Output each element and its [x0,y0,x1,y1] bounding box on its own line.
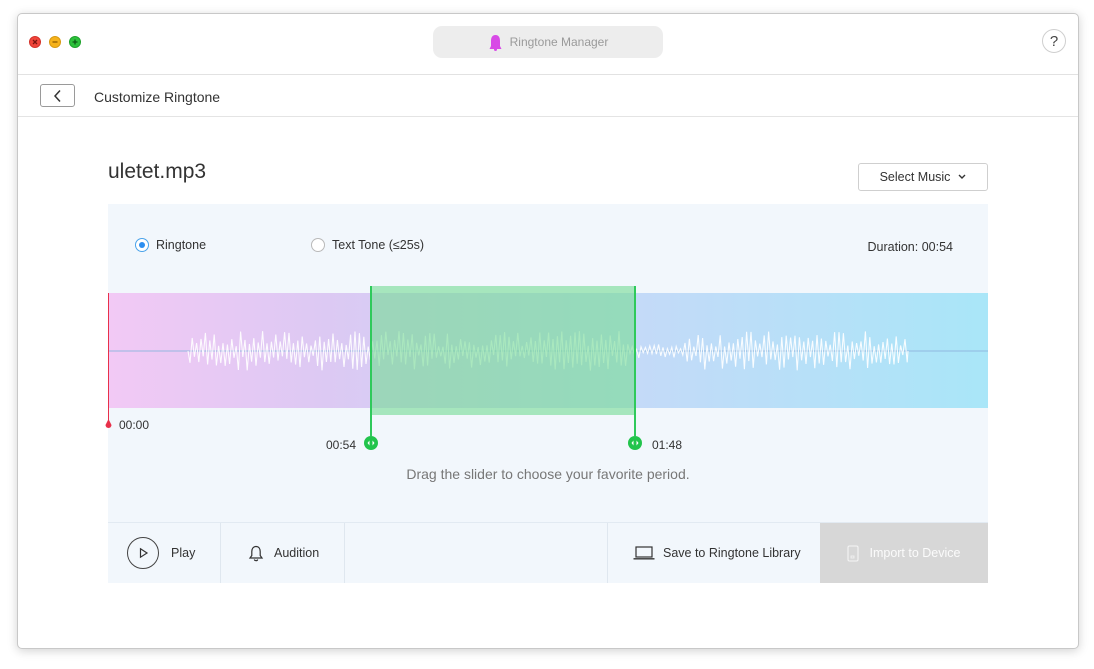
drag-arrows-icon [631,440,639,446]
chevron-down-icon [958,174,966,179]
app-title: Ringtone Manager [509,35,609,49]
title-bar: Ringtone Manager ? [18,14,1078,75]
import-to-device-button[interactable]: Import to Device [820,523,988,583]
save-label: Save to Ringtone Library [663,546,801,560]
import-label: Import to Device [869,546,961,560]
ringtone-option[interactable]: Ringtone [135,238,206,252]
app-window: Ringtone Manager ? Customize Ringtone ul… [17,13,1079,649]
play-label: Play [171,546,196,560]
audition-label: Audition [274,546,320,560]
playhead-time: 00:00 [119,418,150,432]
audition-button[interactable]: Audition [248,523,319,583]
playhead-marker-icon [105,419,112,428]
save-to-library-button[interactable]: Save to Ringtone Library [633,523,801,583]
duration-label: Duration: 00:54 [867,240,953,254]
text-tone-radio[interactable] [311,238,325,252]
selection-start-time: 00:54 [326,438,357,452]
drag-hint: Drag the slider to choose your favorite … [406,466,690,482]
drag-arrows-icon [367,440,375,446]
selection-region[interactable] [371,286,636,415]
help-label: ? [1049,32,1059,50]
toolbar-divider [344,523,345,583]
toolbar-divider [220,523,221,583]
help-button[interactable]: ? [1042,29,1066,53]
action-toolbar: Play Audition Save to Ringtone Library I… [108,522,988,583]
selection-end-time: 01:48 [652,438,683,452]
text-tone-option[interactable]: Text Tone (≤25s) [311,238,424,252]
selection-end-line [634,286,636,436]
selection-end-handle[interactable] [628,436,642,450]
editor-panel: Ringtone Text Tone (≤25s) Duration: 00:5… [105,204,988,583]
page-title: Customize Ringtone [94,89,221,105]
bell-app-icon [489,34,502,51]
close-window-button[interactable] [29,36,41,48]
selection-start-line [370,286,372,436]
back-button[interactable] [40,84,75,107]
ringtone-label: Ringtone [156,238,207,252]
playhead[interactable] [108,293,109,423]
select-music-dropdown[interactable]: Select Music [858,163,988,191]
text-tone-label: Text Tone (≤25s) [332,238,425,252]
subheader: Customize Ringtone [18,75,1078,117]
play-icon [127,537,159,569]
toolbar-divider [607,523,608,583]
select-music-label: Select Music [879,170,951,184]
ringtone-radio[interactable] [135,238,149,252]
file-name: uletet.mp3 [108,160,207,183]
chevron-left-icon [53,89,61,102]
app-title-pill: Ringtone Manager [433,26,663,58]
maximize-window-button[interactable] [69,36,81,48]
laptop-icon [633,546,655,560]
minimize-window-button[interactable] [49,36,61,48]
selection-start-handle[interactable] [364,436,378,450]
bell-icon [248,545,264,561]
play-button[interactable]: Play [127,523,195,583]
phone-icon [847,544,860,562]
